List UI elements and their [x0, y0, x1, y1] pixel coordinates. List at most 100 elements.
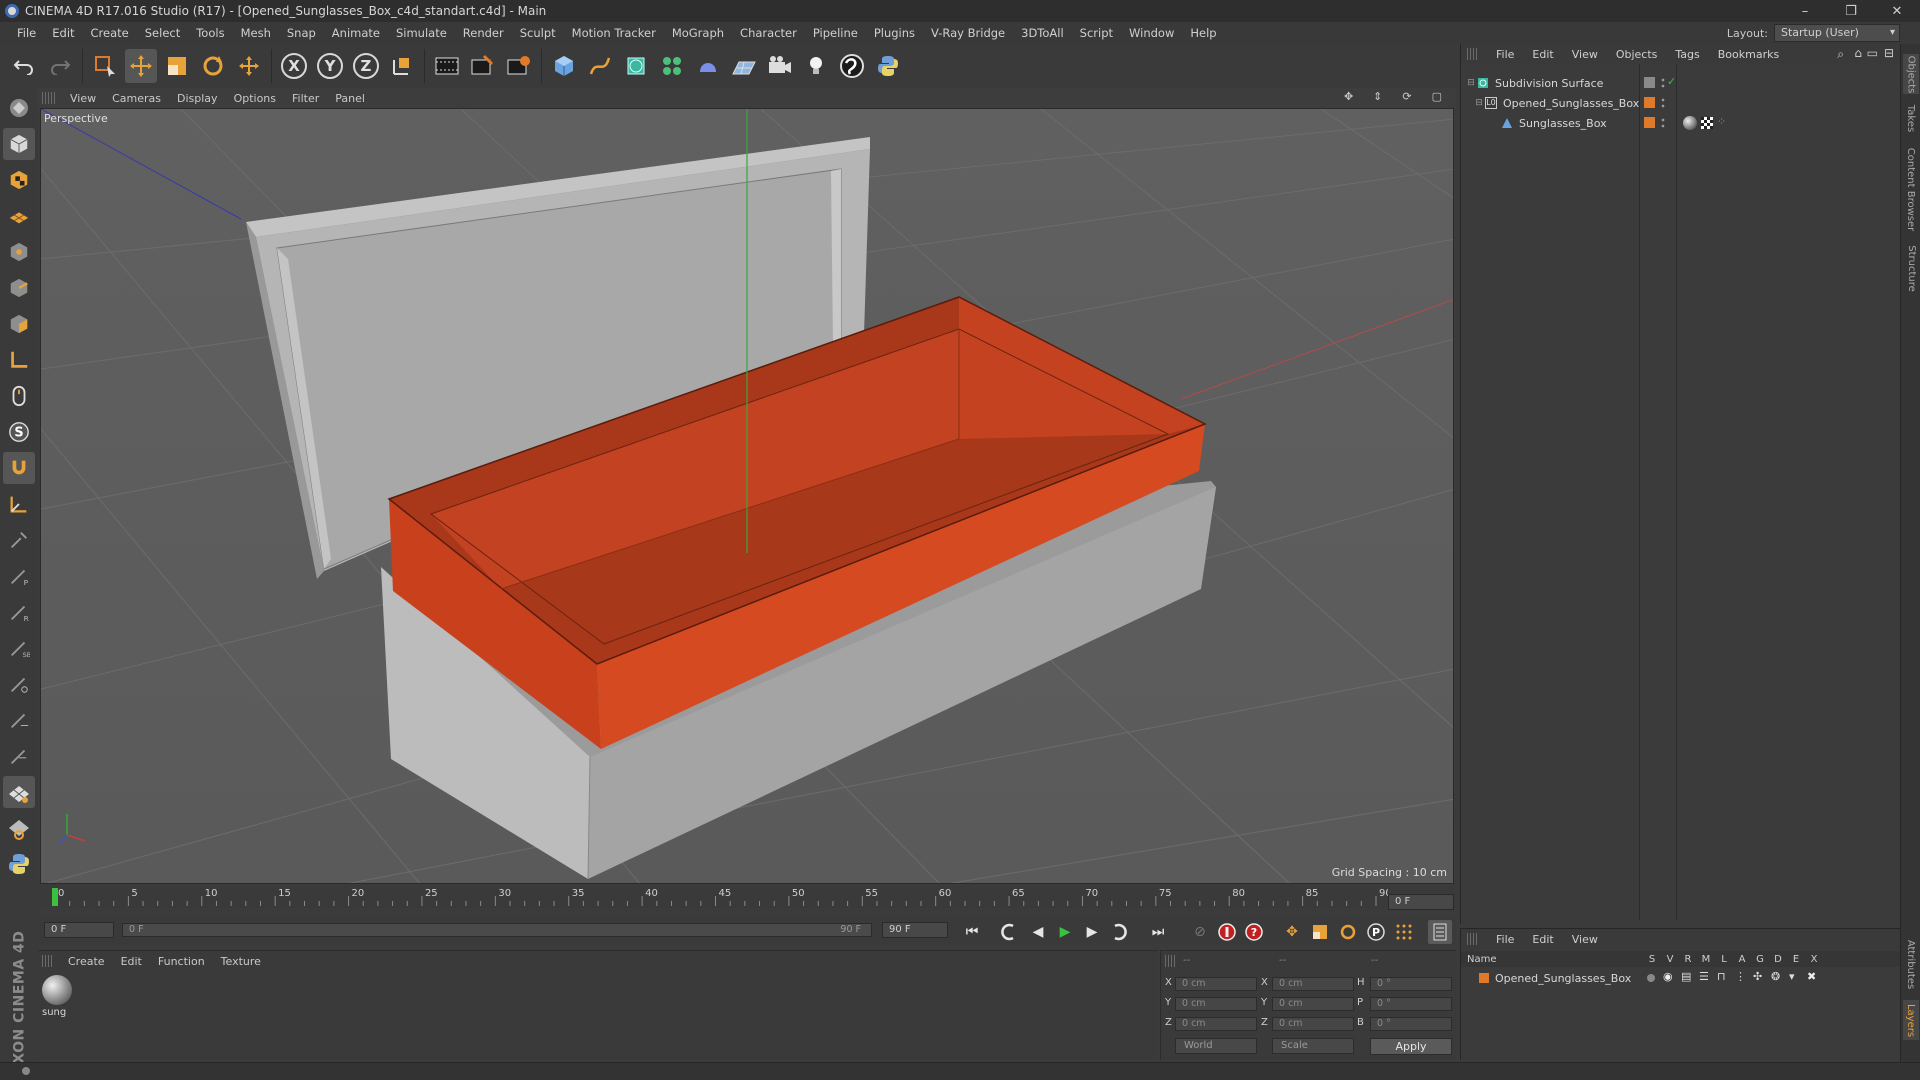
menu-plugins[interactable]: Plugins [866, 26, 923, 40]
menu-help[interactable]: Help [1182, 26, 1224, 40]
menu-mograph[interactable]: MoGraph [664, 26, 732, 40]
layer-swatch-orange-icon[interactable] [1644, 97, 1655, 108]
spline-pen-icon[interactable] [584, 49, 616, 83]
object-row-opened-sunglasses-box[interactable]: ⊟ L0 Opened_Sunglasses_Box [1461, 94, 1901, 112]
layer-solo-toggle-icon[interactable] [1647, 974, 1655, 982]
current-frame-field[interactable]: 0 F [1388, 894, 1454, 910]
coordinate-system-icon[interactable] [386, 49, 418, 83]
render-settings-icon[interactable] [503, 49, 535, 83]
size-y-field[interactable]: 0 cm [1272, 997, 1354, 1011]
position-y-field[interactable]: 0 cm [1175, 997, 1257, 1011]
layer-expressions-icon[interactable]: ▾ [1789, 970, 1795, 983]
viewport-menu-cameras[interactable]: Cameras [104, 92, 169, 105]
layer-animation-icon[interactable]: ⋮ [1735, 970, 1746, 983]
layer-visible-eye-icon[interactable]: ◉ [1663, 970, 1673, 983]
coord-panel-grip-icon[interactable] [1165, 955, 1177, 967]
deformer-icon[interactable] [692, 49, 724, 83]
vray-bridge-icon[interactable] [836, 49, 868, 83]
menu-render[interactable]: Render [455, 26, 512, 40]
previous-frame-icon[interactable]: ◀ [1026, 920, 1050, 944]
z-axis-lock-button[interactable]: Z [350, 49, 382, 83]
perspective-viewport[interactable]: Perspective Grid Spacing : 10 cm [40, 108, 1454, 884]
minimize-button[interactable]: – [1782, 0, 1828, 22]
new-view-icon[interactable]: ▭ [1867, 46, 1878, 60]
uvw-tag-icon[interactable]: ⁘ [1717, 115, 1726, 128]
tab-objects[interactable]: Objects [1903, 54, 1919, 94]
bridge-tool-icon[interactable]: R [3, 596, 35, 628]
points-mode-icon[interactable] [3, 236, 35, 268]
object-panel-grip-icon[interactable] [1467, 48, 1479, 60]
home-icon[interactable]: ⌂ [1854, 46, 1862, 60]
coordinate-space-select[interactable]: World [1175, 1038, 1257, 1054]
move-tool-icon[interactable] [125, 49, 157, 83]
layer-lock-icon[interactable]: ⊓ [1717, 970, 1726, 983]
visibility-dots-icon[interactable] [1661, 77, 1665, 89]
close-button[interactable]: ✕ [1874, 0, 1920, 22]
bevel-tool-icon[interactable] [3, 668, 35, 700]
timeline-layout-icon[interactable] [1428, 920, 1452, 944]
layer-manager-icon[interactable]: ☰ [1699, 970, 1709, 983]
menu-animate[interactable]: Animate [324, 26, 388, 40]
position-x-field[interactable]: 0 cm [1175, 977, 1257, 991]
rotation-key-icon[interactable] [1336, 920, 1360, 944]
menu-edit[interactable]: Edit [44, 26, 82, 40]
frame-range-slider[interactable]: 0 F 90 F [122, 923, 872, 937]
point-level-animation-icon[interactable] [1392, 920, 1416, 944]
layer-row[interactable]: Opened_Sunglasses_Box ◉ ▤ ☰ ⊓ ⋮ ✣ ❂ ▾ ✖ [1461, 969, 1901, 987]
viewport-menu-view[interactable]: View [62, 92, 104, 105]
panel-settings-icon[interactable]: ⊟ [1884, 46, 1894, 60]
size-z-field[interactable]: 0 cm [1272, 1017, 1354, 1031]
object-menu-tags[interactable]: Tags [1666, 48, 1708, 61]
autokey-icon[interactable] [1215, 920, 1239, 944]
rotation-p-field[interactable]: 0 ° [1370, 997, 1452, 1011]
menu-vray-bridge[interactable]: V-Ray Bridge [923, 26, 1013, 40]
x-axis-lock-button[interactable]: X [278, 49, 310, 83]
tab-attributes[interactable]: Attributes [1903, 934, 1919, 994]
maximize-button[interactable]: ❐ [1828, 0, 1874, 22]
layer-menu-edit[interactable]: Edit [1523, 933, 1562, 946]
tab-layers[interactable]: Layers [1903, 1000, 1919, 1040]
visibility-dots-icon[interactable] [1661, 97, 1665, 109]
layer-menu-file[interactable]: File [1487, 933, 1523, 946]
material-menu-edit[interactable]: Edit [113, 955, 150, 968]
layer-swatch-grey-icon[interactable] [1644, 77, 1655, 88]
position-key-icon[interactable]: ✥ [1280, 920, 1304, 944]
start-frame-field[interactable]: 0 F [44, 922, 114, 938]
layer-generators-icon[interactable]: ✣ [1753, 970, 1762, 983]
object-row-sunglasses-box[interactable]: Sunglasses_Box ⁘ [1461, 114, 1901, 132]
layer-render-icon[interactable]: ▤ [1681, 970, 1691, 983]
viewport-zoom-icon[interactable]: ⇕ [1365, 90, 1390, 103]
transform-tool-icon[interactable] [233, 49, 265, 83]
tab-structure[interactable]: Structure [1903, 240, 1919, 296]
object-menu-bookmarks[interactable]: Bookmarks [1709, 48, 1788, 61]
polygons-mode-icon[interactable] [3, 308, 35, 340]
make-editable-icon[interactable] [3, 92, 35, 124]
render-to-picture-viewer-icon[interactable] [467, 49, 499, 83]
coordinate-mode-select[interactable]: Scale [1272, 1038, 1354, 1054]
python-icon[interactable] [872, 49, 904, 83]
paint-grid-icon[interactable] [3, 776, 35, 808]
magnet-icon[interactable] [3, 452, 35, 484]
search-icon[interactable]: ⌕ [1837, 47, 1844, 62]
subdivision-surface-icon[interactable] [620, 49, 652, 83]
menu-select[interactable]: Select [137, 26, 188, 40]
menu-file[interactable]: File [9, 26, 44, 40]
parameter-key-icon[interactable]: P [1364, 920, 1388, 944]
end-frame-field[interactable]: 90 F [882, 922, 948, 938]
scale-key-icon[interactable] [1308, 920, 1332, 944]
snap-icon[interactable]: S [3, 416, 35, 448]
render-view-icon[interactable] [431, 49, 463, 83]
material-tag-icon[interactable] [1683, 116, 1697, 130]
menu-create[interactable]: Create [83, 26, 137, 40]
weld-tool-icon[interactable] [3, 704, 35, 736]
scale-tool-icon[interactable] [161, 49, 193, 83]
next-frame-icon[interactable]: ▶ [1080, 920, 1104, 944]
enabled-check-icon[interactable]: ✓ [1667, 75, 1676, 88]
visibility-dots-icon[interactable] [1661, 117, 1665, 129]
layer-color-swatch-icon[interactable] [1479, 973, 1489, 983]
apply-button[interactable]: Apply [1370, 1038, 1452, 1055]
viewport-menu-display[interactable]: Display [169, 92, 226, 105]
tweak-mode-icon[interactable] [3, 380, 35, 412]
viewport-rotate-icon[interactable]: ⟳ [1394, 90, 1419, 103]
layer-panel-grip-icon[interactable] [1467, 933, 1479, 945]
